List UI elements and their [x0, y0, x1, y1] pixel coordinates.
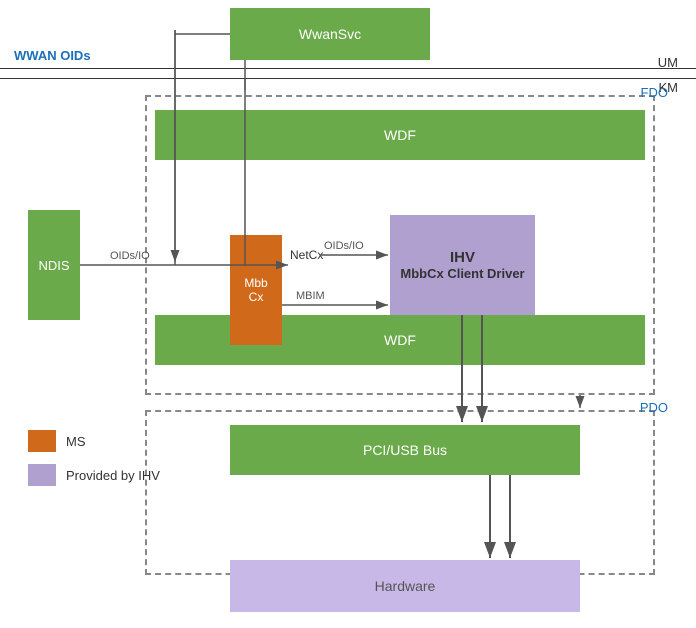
mbbcx-box: MbbCx: [230, 235, 282, 345]
legend-ms-swatch: [28, 430, 56, 452]
legend-ihv-item: Provided by IHV: [28, 464, 160, 486]
pci-usb-label: PCI/USB Bus: [363, 442, 447, 458]
wwansvc-label: WwanSvc: [299, 26, 361, 42]
diagram-container: UM KM WWAN OIDs WwanSvc FDO WDF WDF NDIS…: [0, 0, 696, 628]
legend: MS Provided by IHV: [28, 430, 160, 498]
hardware-box: Hardware: [230, 560, 580, 612]
ndis-box: NDIS: [28, 210, 80, 320]
ihv-box: IHVMbbCx Client Driver: [390, 215, 535, 315]
wdf-bottom-label: WDF: [384, 332, 416, 348]
legend-ms-label: MS: [66, 434, 86, 449]
wdf-bottom-box: WDF: [155, 315, 645, 365]
um-line: [0, 68, 696, 69]
wdf-top-label: WDF: [384, 127, 416, 143]
netcx-label: NetCx: [290, 248, 323, 262]
wwansvc-box: WwanSvc: [230, 8, 430, 60]
wwan-oids-label: WWAN OIDs: [14, 48, 91, 63]
legend-ihv-label: Provided by IHV: [66, 468, 160, 483]
legend-ihv-swatch: [28, 464, 56, 486]
um-label: UM: [658, 55, 678, 70]
hardware-label: Hardware: [375, 578, 436, 594]
wdf-top-box: WDF: [155, 110, 645, 160]
ihv-label: IHVMbbCx Client Driver: [400, 249, 524, 281]
fdo-label: FDO: [641, 85, 668, 100]
mbbcx-label: MbbCx: [244, 276, 267, 304]
km-line: [0, 78, 696, 79]
pci-usb-box: PCI/USB Bus: [230, 425, 580, 475]
ndis-label: NDIS: [38, 258, 69, 273]
pdo-label: PDO: [640, 400, 668, 415]
legend-ms-item: MS: [28, 430, 160, 452]
